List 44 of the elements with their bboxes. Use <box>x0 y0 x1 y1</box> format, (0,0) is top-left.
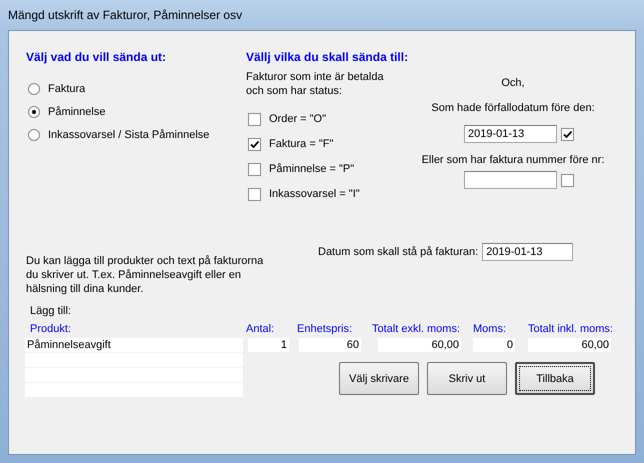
table-cell[interactable]: 60,00 <box>528 338 611 352</box>
section-heading: Vällj vilka du skall sända till: <box>246 50 410 64</box>
invoice-date-label: Datum som skall stå på fakturan: <box>318 244 478 258</box>
column-header: Produkt: <box>30 322 71 336</box>
checkbox-label[interactable]: Order = "O" <box>269 112 326 126</box>
table-cell[interactable]: 60 <box>299 338 361 352</box>
checkbox[interactable] <box>248 162 261 176</box>
due-date-label: Som hade förfallodatum före den: <box>431 101 595 115</box>
table-cell[interactable]: 0 <box>473 338 515 352</box>
column-header: Totalt inkl. moms: <box>528 322 613 336</box>
invoice-number-label: Eller som har faktura nummer före nr: <box>422 153 604 167</box>
window-title: Mängd utskrift av Fakturor, Påminnelser osv <box>8 8 242 22</box>
checkbox-label[interactable]: Faktura = "F" <box>269 137 334 151</box>
checkbox-label[interactable]: Inkassovarsel = "I" <box>269 187 360 201</box>
status-note: Fakturor som inte är betalda och som har status: <box>246 70 385 98</box>
table-cell[interactable]: 1 <box>248 338 289 352</box>
section-heading: Välj vad du vill sända ut: <box>26 50 168 64</box>
invoice-number-field[interactable] <box>464 171 557 189</box>
invoice-date-field[interactable]: 2019-01-13 <box>482 242 574 260</box>
radio-button[interactable] <box>28 106 40 118</box>
and-label: Och, <box>501 76 525 90</box>
add-label: Lägg till: <box>30 304 72 318</box>
button[interactable]: Skriv ut <box>427 362 507 395</box>
product-field[interactable]: Påminnelseavgift <box>25 338 243 352</box>
button[interactable]: Tillbaka <box>515 362 595 395</box>
column-header: Enhetspris: <box>297 322 352 336</box>
column-header: Moms: <box>473 322 506 336</box>
checkbox[interactable] <box>248 138 261 150</box>
radio-button[interactable] <box>28 129 40 141</box>
table-cell[interactable]: 60,00 <box>378 338 461 352</box>
checkbox-label[interactable]: Påminnelse = "P" <box>269 162 354 176</box>
due-date-checkbox[interactable] <box>561 128 574 140</box>
radio-button[interactable] <box>28 83 40 95</box>
column-header: Antal: <box>246 322 274 336</box>
radio-label[interactable]: Påminnelse <box>48 105 106 119</box>
button[interactable]: Välj skrivare <box>339 362 419 395</box>
radio-label[interactable]: Faktura <box>48 82 86 96</box>
checkbox[interactable] <box>248 112 261 126</box>
checkbox[interactable] <box>248 188 261 200</box>
column-header: Totalt exkl. moms: <box>372 322 460 336</box>
info-text: Du kan lägga till produkter och text på fakturorna du skriver ut. T.ex. Påminnelseavgift eller en hälsning till dina kunder. <box>26 254 264 296</box>
radio-label[interactable]: Inkassovarsel / Sista Påminnelse <box>48 128 210 142</box>
invoice-number-checkbox[interactable] <box>561 174 574 186</box>
due-date-field[interactable]: 2019-01-13 <box>464 125 557 143</box>
